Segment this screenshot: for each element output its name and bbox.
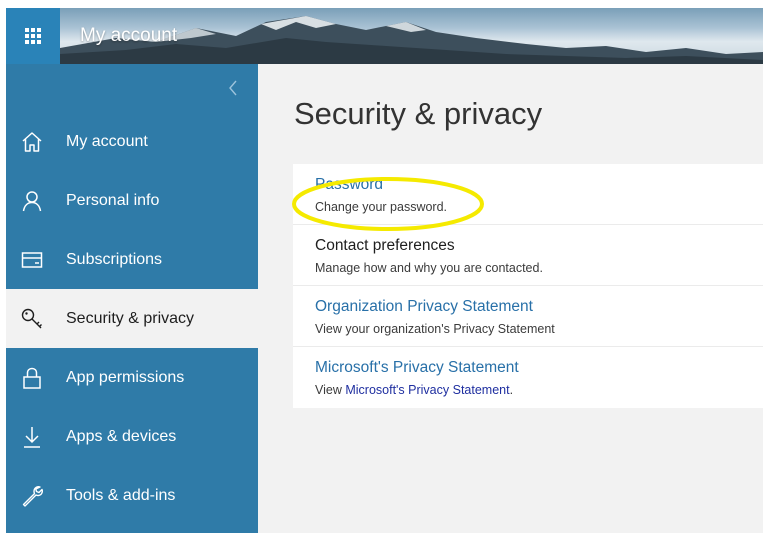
password-link[interactable]: Password bbox=[315, 176, 383, 194]
organization-privacy-link[interactable]: Organization Privacy Statement bbox=[315, 298, 533, 316]
page-title: Security & privacy bbox=[294, 96, 543, 131]
sidebar-item-label: Security & privacy bbox=[66, 309, 195, 327]
card-icon bbox=[20, 248, 44, 272]
app-launcher-button[interactable] bbox=[6, 8, 60, 64]
sidebar-item-label: Personal info bbox=[66, 191, 160, 209]
key-icon bbox=[20, 307, 44, 331]
sidebar-item-security-privacy[interactable]: Security & privacy bbox=[6, 289, 258, 348]
app-launcher-icon bbox=[25, 28, 41, 44]
password-description: Change your password. bbox=[315, 200, 448, 214]
password-card[interactable]: Password Change your password. bbox=[293, 164, 763, 225]
microsoft-privacy-inline-link[interactable]: Microsoft's Privacy Statement bbox=[345, 383, 509, 397]
header-banner: My account bbox=[6, 8, 763, 64]
contact-preferences-link[interactable]: Contact preferences bbox=[315, 237, 455, 255]
sidebar-item-label: Subscriptions bbox=[66, 250, 163, 268]
app-title[interactable]: My account bbox=[80, 25, 177, 47]
collapse-sidebar-button[interactable] bbox=[224, 78, 242, 98]
settings-card-list: Password Change your password. Contact p… bbox=[293, 164, 763, 408]
organization-privacy-description: View your organization's Privacy Stateme… bbox=[315, 322, 555, 336]
sidebar-item-label: My account bbox=[66, 132, 148, 150]
sidebar-item-personal-info[interactable]: Personal info bbox=[6, 171, 258, 230]
contact-preferences-card[interactable]: Contact preferences Manage how and why y… bbox=[293, 225, 763, 286]
sidebar-item-my-account[interactable]: My account bbox=[6, 112, 258, 171]
sidebar-item-apps-devices[interactable]: Apps & devices bbox=[6, 407, 258, 466]
sidebar-item-tools-addins[interactable]: Tools & add-ins bbox=[6, 466, 258, 525]
sidebar-item-label: Tools & add-ins bbox=[66, 486, 176, 504]
contact-preferences-description: Manage how and why you are contacted. bbox=[315, 261, 543, 275]
app-window: My account My account Personal info Subs… bbox=[6, 8, 763, 533]
description-prefix: View bbox=[315, 383, 346, 397]
sidebar-item-label: Apps & devices bbox=[66, 427, 177, 445]
chevron-left-icon bbox=[229, 80, 237, 96]
sidebar-item-app-permissions[interactable]: App permissions bbox=[6, 348, 258, 407]
sidebar: My account Personal info Subscriptions S… bbox=[6, 64, 258, 533]
description-suffix: . bbox=[509, 383, 514, 397]
sidebar-item-label: App permissions bbox=[66, 368, 185, 386]
microsoft-privacy-card[interactable]: Microsoft's Privacy Statement View Micro… bbox=[293, 347, 763, 408]
home-icon bbox=[20, 130, 44, 154]
person-icon bbox=[20, 189, 44, 213]
organization-privacy-card[interactable]: Organization Privacy Statement View your… bbox=[293, 286, 763, 347]
microsoft-privacy-description: View Microsoft's Privacy Statement. bbox=[315, 383, 513, 397]
sidebar-item-subscriptions[interactable]: Subscriptions bbox=[6, 230, 258, 289]
wrench-icon bbox=[20, 484, 44, 508]
download-icon bbox=[20, 425, 44, 449]
lock-icon bbox=[20, 366, 44, 390]
microsoft-privacy-link[interactable]: Microsoft's Privacy Statement bbox=[315, 359, 519, 377]
